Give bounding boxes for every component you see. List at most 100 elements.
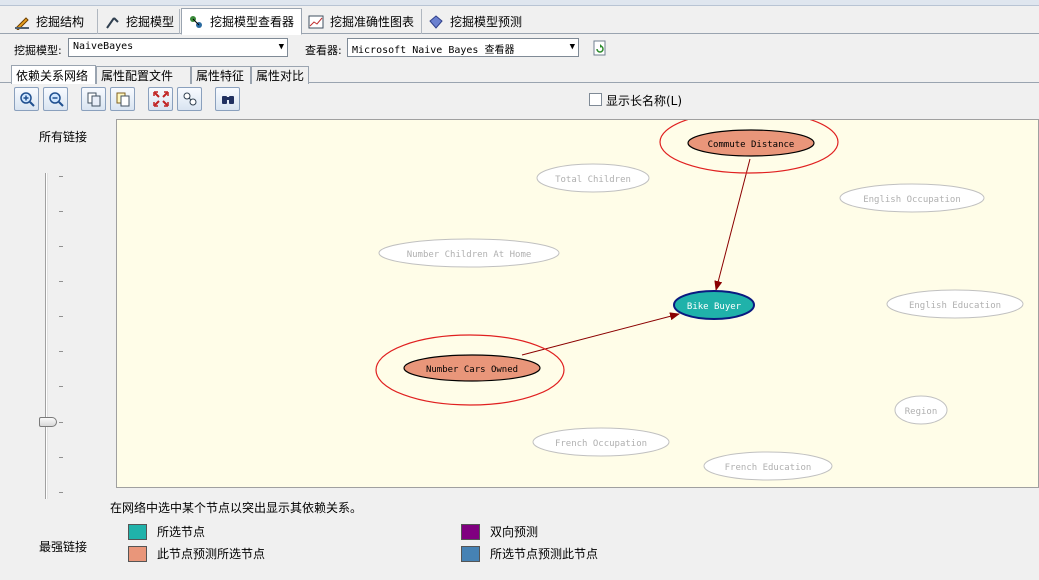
- legend-label: 所选节点: [157, 525, 206, 539]
- slider-tick: [59, 457, 63, 458]
- slider-tick: [59, 176, 63, 177]
- node-total-children[interactable]: Total Children: [536, 163, 650, 193]
- select-icon: [183, 92, 196, 106]
- legend-label: 此节点预测所选节点: [157, 547, 266, 561]
- node-label: Commute Distance: [708, 140, 795, 150]
- node-number-children-at-home[interactable]: Number Children At Home: [378, 238, 560, 268]
- node-commute-distance[interactable]: Commute Distance: [687, 129, 815, 157]
- tab-model-viewer[interactable]: 挖掘模型查看器: [181, 8, 302, 35]
- model-dropdown[interactable]: NaiveBayes ▼: [68, 38, 288, 57]
- find-node-button[interactable]: [215, 87, 240, 111]
- prediction-icon: [429, 14, 443, 29]
- link-strength-slider-thumb[interactable]: [39, 417, 57, 427]
- model-dropdown-value: NaiveBayes: [73, 41, 134, 52]
- select-nodes-button[interactable]: [177, 87, 202, 111]
- tab-label: 依赖关系网络: [16, 68, 89, 83]
- node-label: Bike Buyer: [687, 302, 742, 312]
- all-links-label: 所有链接: [39, 130, 88, 144]
- node-label: Region: [905, 407, 938, 417]
- show-long-names-checkbox[interactable]: [589, 93, 602, 106]
- designer-tab-strip: 挖掘结构 挖掘模型 挖掘模型查看器 挖掘准确性图表 挖掘模型预测: [0, 6, 1039, 35]
- node-bike-buyer[interactable]: Bike Buyer: [673, 290, 755, 320]
- accuracy-chart-icon: [308, 15, 324, 28]
- node-label: Total Children: [555, 175, 631, 185]
- dependency-network-graph: Commute Distance Total Children English …: [375, 120, 1024, 481]
- node-number-cars-owned[interactable]: Number Cars Owned: [403, 354, 541, 382]
- zoom-out-icon: [48, 92, 64, 107]
- node-english-occupation[interactable]: English Occupation: [839, 183, 985, 213]
- copy-graph-view-icon: [87, 92, 100, 107]
- model-viewer-icon: [190, 15, 202, 28]
- node-french-education[interactable]: French Education: [703, 451, 833, 481]
- slider-tick: [59, 281, 63, 282]
- tab-model-prediction[interactable]: 挖掘模型预测: [422, 9, 526, 34]
- network-toolbar: [0, 84, 1039, 116]
- zoom-in-button[interactable]: [14, 87, 39, 111]
- dependency-network-canvas[interactable]: Commute Distance Total Children English …: [116, 119, 1039, 488]
- legend-swatch: [461, 545, 480, 562]
- tab-mining-structure[interactable]: 挖掘结构: [8, 9, 98, 34]
- legend-selected-node: 所选节点: [128, 523, 205, 540]
- node-french-occupation[interactable]: French Occupation: [532, 427, 670, 457]
- chevron-down-icon: ▼: [569, 42, 575, 52]
- tab-attribute-discrimination[interactable]: 属性对比: [251, 66, 309, 84]
- tab-label: 属性特征: [196, 69, 245, 83]
- node-label: Number Cars Owned: [426, 365, 518, 375]
- zoom-out-button[interactable]: [43, 87, 68, 111]
- refresh-icon[interactable]: [592, 40, 608, 57]
- tab-attribute-characteristics[interactable]: 属性特征: [191, 66, 251, 84]
- tab-label: 属性对比: [256, 69, 305, 83]
- node-label: Number Children At Home: [407, 250, 532, 260]
- link-strength-slider-track[interactable]: [45, 173, 48, 499]
- tab-attribute-profiles[interactable]: 属性配置文件: [96, 66, 191, 84]
- tab-label: 挖掘模型预测: [450, 15, 523, 29]
- fit-to-window-button[interactable]: [148, 87, 173, 111]
- node-region[interactable]: Region: [894, 395, 948, 425]
- link-strength-panel: 所有链接 最强链接: [0, 118, 114, 580]
- show-long-names-label: 显示长名称(L): [606, 94, 683, 108]
- tab-mining-model[interactable]: 挖掘模型: [98, 9, 180, 34]
- slider-tick: [59, 492, 63, 493]
- find-node-icon: [221, 96, 234, 104]
- zoom-in-icon: [19, 92, 35, 107]
- slider-tick: [59, 422, 63, 423]
- legend-swatch: [128, 545, 147, 562]
- fit-to-window-icon: [152, 91, 169, 107]
- model-label: 挖掘模型:: [14, 44, 62, 57]
- tab-label: 挖掘结构: [36, 15, 85, 29]
- strongest-links-label: 最强链接: [39, 540, 88, 554]
- network-hint-text: 在网络中选中某个节点以突出显示其依赖关系。: [110, 501, 363, 515]
- legend-swatch: [128, 523, 147, 540]
- slider-tick: [59, 351, 63, 352]
- node-label: French Occupation: [555, 439, 647, 449]
- tab-label: 挖掘模型查看器: [210, 15, 295, 29]
- slider-tick: [59, 211, 63, 212]
- copy-entire-graph-icon: [116, 92, 129, 107]
- copy-graph-view-button[interactable]: [81, 87, 106, 111]
- legend-predicts-selected: 此节点预测所选节点: [128, 545, 265, 562]
- legend-selected-predicts: 所选节点预测此节点: [461, 545, 598, 562]
- tab-accuracy-chart[interactable]: 挖掘准确性图表: [302, 9, 422, 34]
- viewer-label: 查看器:: [305, 44, 342, 57]
- slider-tick: [59, 386, 63, 387]
- node-english-education[interactable]: English Education: [886, 289, 1024, 319]
- chevron-down-icon: ▼: [278, 42, 284, 52]
- node-label: English Education: [909, 301, 1001, 311]
- copy-entire-graph-button[interactable]: [110, 87, 135, 111]
- viewer-dropdown-value: Microsoft Naive Bayes 查看器: [352, 45, 515, 56]
- viewer-dropdown[interactable]: Microsoft Naive Bayes 查看器 ▼: [347, 38, 579, 57]
- slider-tick: [59, 316, 63, 317]
- legend-both-directions: 双向预测: [461, 523, 538, 540]
- tab-dependency-network[interactable]: 依赖关系网络: [11, 65, 96, 84]
- tab-label: 挖掘准确性图表: [330, 15, 415, 29]
- slider-tick: [59, 246, 63, 247]
- node-label: English Occupation: [863, 195, 961, 205]
- tab-label: 属性配置文件: [101, 69, 174, 83]
- tab-label: 挖掘模型: [126, 15, 175, 29]
- node-label: French Education: [725, 463, 812, 473]
- edge-commute-to-bike-buyer: [714, 158, 751, 291]
- legend-swatch: [461, 523, 480, 540]
- mining-model-icon: [106, 16, 119, 29]
- legend-label: 双向预测: [490, 525, 539, 539]
- legend-label: 所选节点预测此节点: [490, 547, 599, 561]
